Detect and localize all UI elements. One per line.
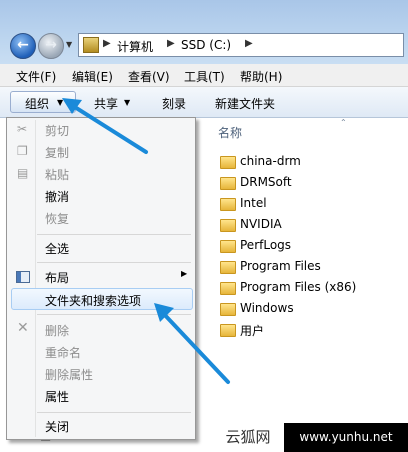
arrow-to-organize	[68, 102, 148, 154]
watermark-url: www.yunhu.net	[284, 423, 408, 452]
arrow-overlay	[62, 98, 230, 384]
watermark-logo-text: 云狐网	[212, 423, 284, 452]
watermark: 云狐网 www.yunhu.net	[212, 423, 408, 452]
arrow-to-folder-options	[160, 310, 230, 384]
